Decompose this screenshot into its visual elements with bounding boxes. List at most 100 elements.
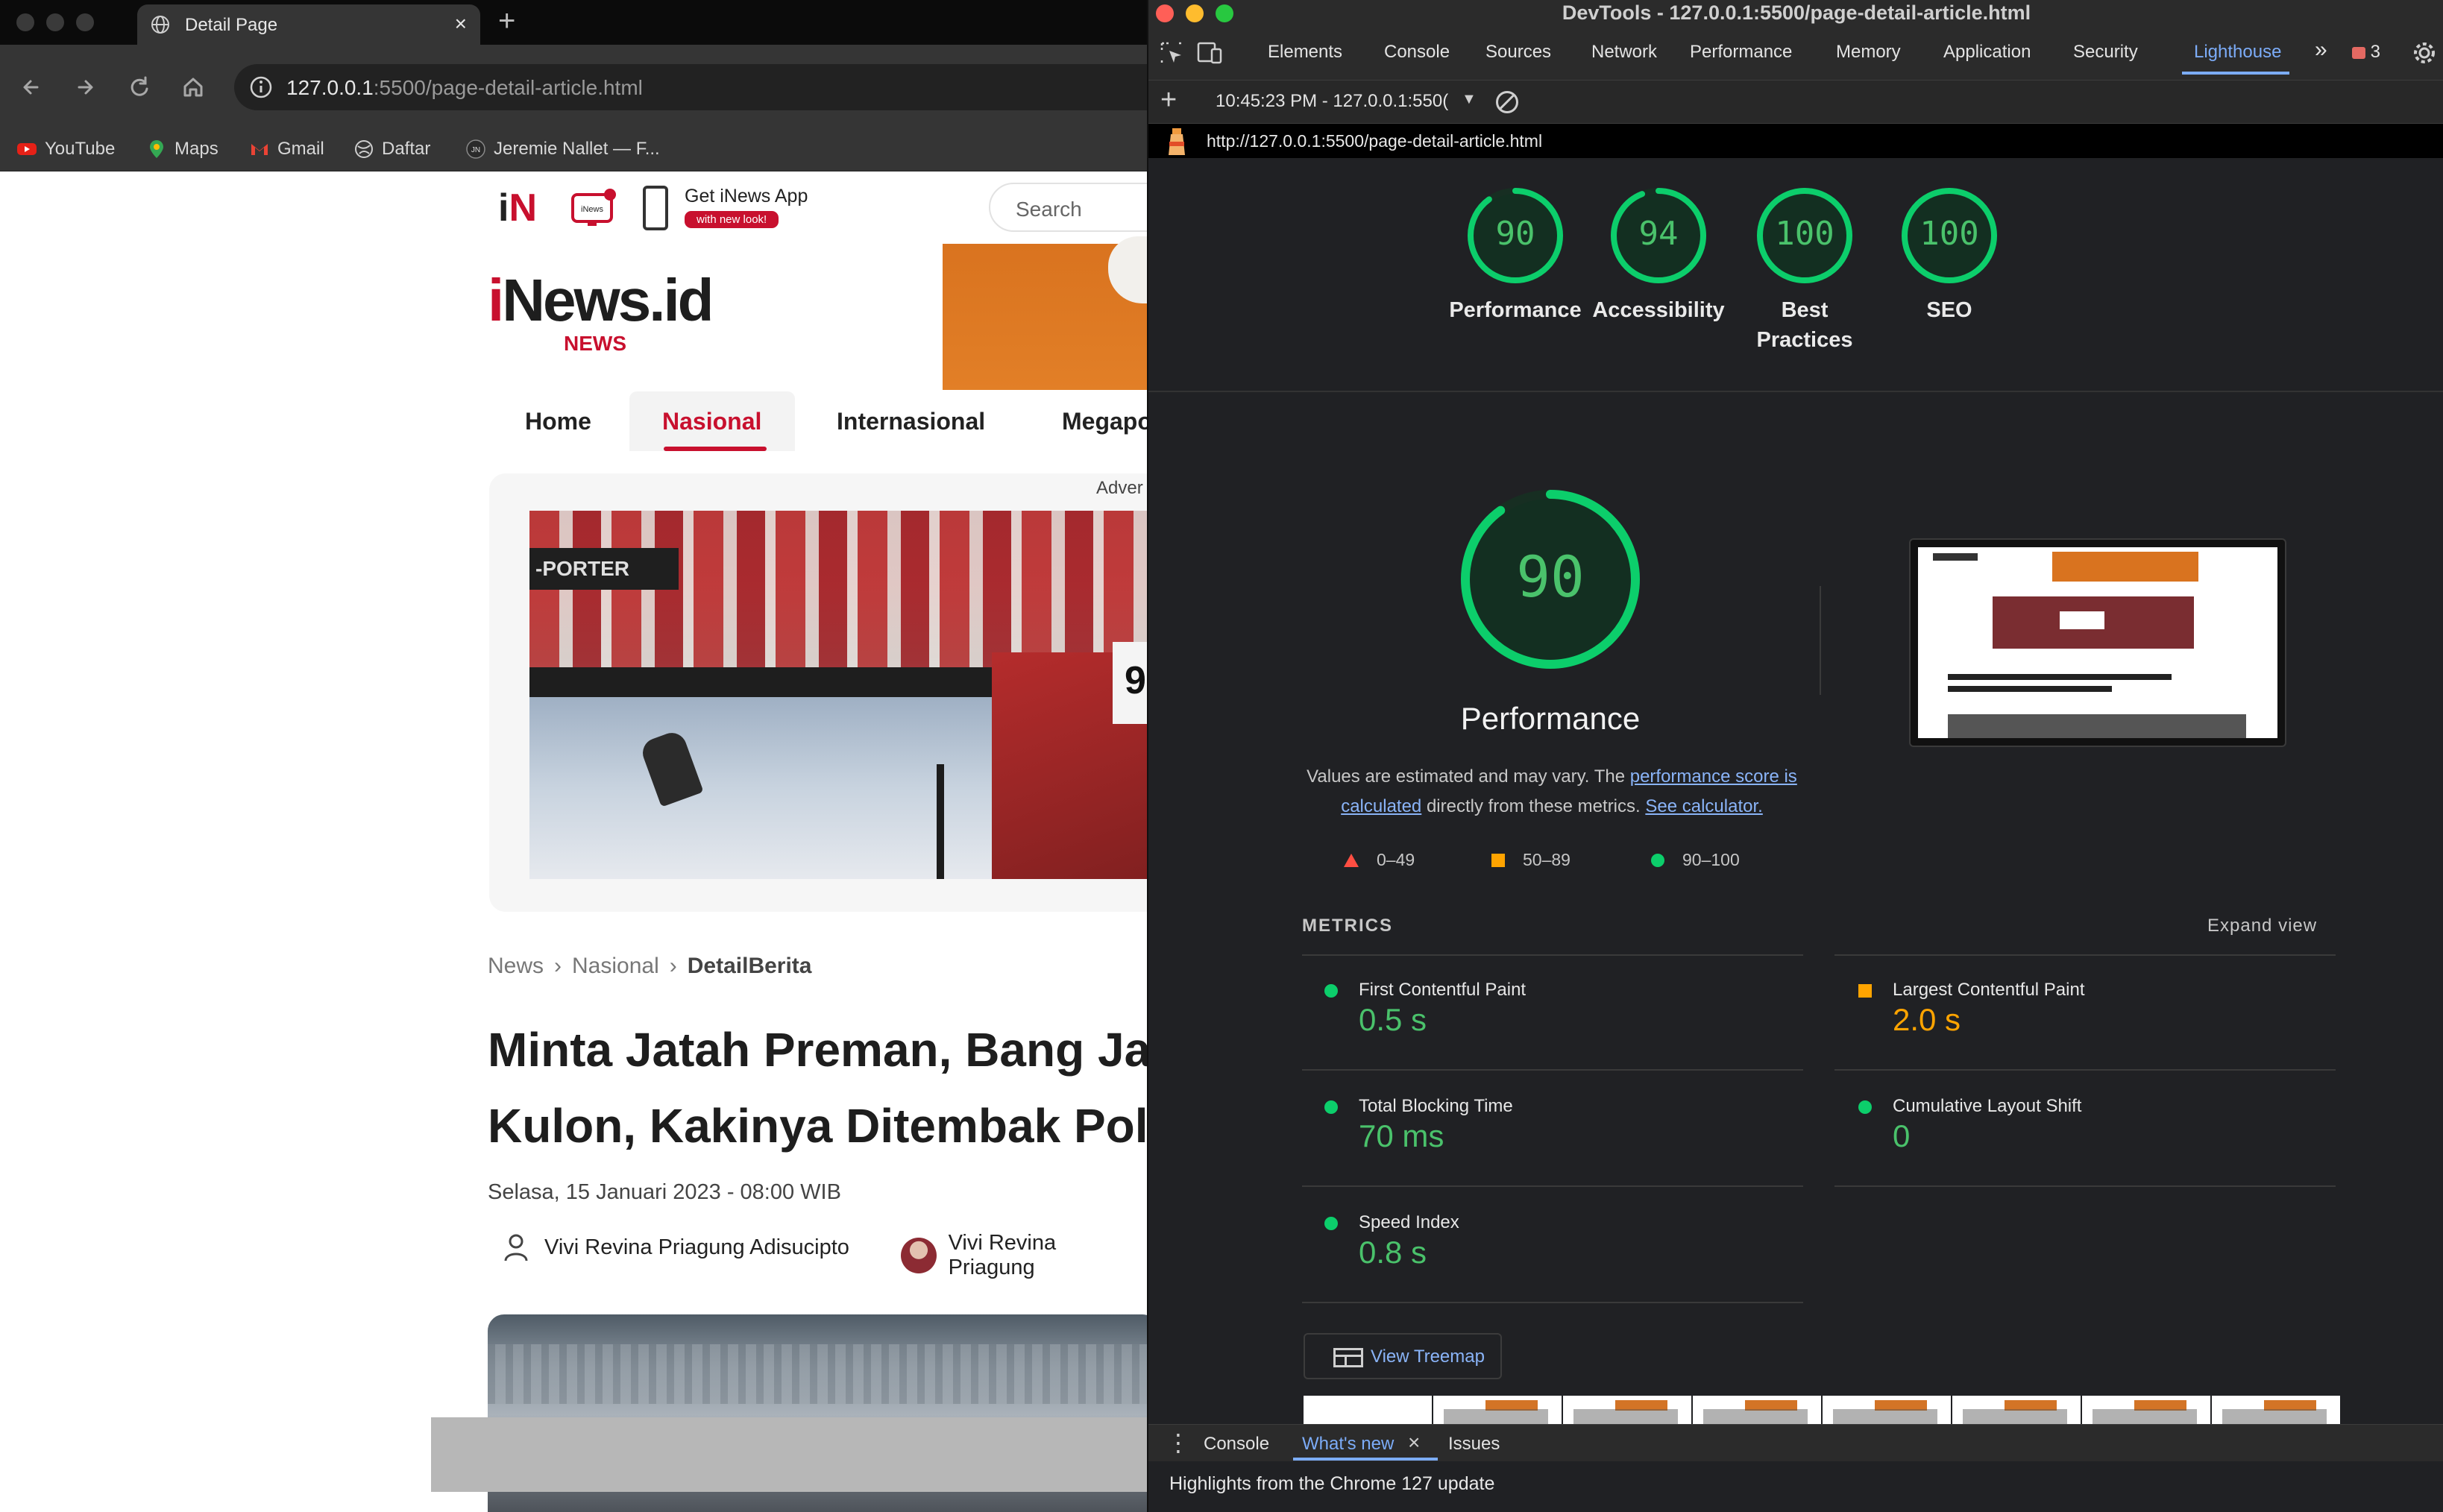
view-treemap-button[interactable]: View Treemap (1304, 1333, 1502, 1379)
bookmark-jeremie-nallet[interactable]: JN Jeremie Nallet — F... (465, 139, 660, 160)
tab-security[interactable]: Security (2073, 42, 2138, 63)
forward-arrow-icon[interactable] (69, 70, 103, 104)
tab-strip: Detail Page × + (0, 0, 1147, 45)
address-url: 127.0.0.1:5500/page-detail-article.html (286, 76, 643, 100)
breadcrumb-separator: › (554, 954, 562, 978)
author-name: Vivi Revina Priagung (948, 1231, 1057, 1279)
person-icon (504, 1234, 528, 1261)
tab-sources[interactable]: Sources (1485, 42, 1551, 63)
back-arrow-icon[interactable] (15, 70, 49, 104)
clear-reports-icon[interactable] (1496, 91, 1518, 113)
reload-icon[interactable] (122, 70, 157, 104)
nav-item-internasional[interactable]: Internasional (837, 408, 985, 435)
nav-item-nasional[interactable]: Nasional (662, 408, 761, 435)
drawer-tab-whats-new[interactable]: What's new (1302, 1434, 1394, 1455)
tab-elements[interactable]: Elements (1268, 42, 1342, 63)
header-ad-banner[interactable] (943, 236, 1147, 390)
settings-gear-icon[interactable] (2412, 40, 2437, 66)
breadcrumb-news[interactable]: News (488, 954, 544, 979)
globe-icon (355, 140, 373, 158)
tab-application[interactable]: Application (1943, 42, 2031, 63)
gauge-seo[interactable]: 100 SEO (1882, 186, 2016, 325)
tab-console[interactable]: Console (1384, 42, 1450, 63)
final-screenshot-thumbnail[interactable] (1909, 538, 2286, 747)
metric-divider (1834, 954, 2336, 956)
window-minimize-light[interactable] (46, 13, 64, 31)
metric-name: Largest Contentful Paint (1893, 980, 2085, 1000)
site-small-logo[interactable]: iN (498, 186, 537, 230)
tab-memory[interactable]: Memory (1836, 42, 1901, 63)
metric-name: Cumulative Layout Shift (1893, 1096, 2082, 1116)
window-close-light[interactable] (16, 13, 34, 31)
devtools-close-light[interactable] (1156, 4, 1174, 22)
home-icon[interactable] (176, 70, 210, 104)
metric-divider (1302, 954, 1803, 956)
chevron-down-icon[interactable]: ▼ (1462, 91, 1477, 108)
new-report-button[interactable]: + (1160, 85, 1177, 115)
tab-lighthouse[interactable]: Lighthouse (2194, 42, 2281, 63)
more-tabs-icon[interactable]: » (2315, 37, 2327, 63)
tab-close-icon[interactable]: × (455, 12, 467, 36)
breadcrumb: News › Nasional › DetailBerita (488, 954, 811, 979)
drawer-tab-issues[interactable]: Issues (1448, 1434, 1500, 1455)
bookmark-label: Daftar (382, 139, 431, 159)
legend-poor: 0–49 (1344, 850, 1415, 870)
close-icon[interactable]: × (1408, 1431, 1420, 1455)
author-2[interactable]: Vivi Revina Priagung (901, 1231, 1147, 1280)
bookmark-maps[interactable]: Maps (146, 139, 218, 160)
performance-big-gauge[interactable]: 90 (1459, 488, 1642, 671)
address-bar[interactable]: 127.0.0.1:5500/page-detail-article.html (234, 64, 1147, 110)
tab-network[interactable]: Network (1591, 42, 1657, 63)
devtools-zoom-light[interactable] (1216, 4, 1233, 22)
nav-item-megapolitan[interactable]: Megapo (1062, 408, 1147, 435)
thumb-headline (1948, 686, 2112, 692)
web-page-viewport: iN iNews Get iNews App with new look! Se… (0, 172, 1147, 1512)
brand-i: i (488, 267, 504, 333)
bookmark-daftar[interactable]: Daftar (353, 139, 430, 160)
window-zoom-light[interactable] (76, 13, 94, 31)
drawer-tab-console[interactable]: Console (1204, 1434, 1269, 1455)
error-icon (2352, 46, 2365, 59)
report-url[interactable]: http://127.0.0.1:5500/page-detail-articl… (1207, 131, 1542, 151)
browser-tab-detail-page[interactable]: Detail Page × (137, 4, 480, 45)
note-text: Values are estimated and may vary. The (1307, 766, 1630, 787)
advertisement-image[interactable]: -PORTER 9 (529, 511, 1147, 879)
good-circle-icon (1324, 1100, 1338, 1114)
good-circle-icon (1324, 984, 1338, 998)
site-brand-logo[interactable]: iNews.id (488, 266, 714, 335)
headline-line-1: Minta Jatah Preman, Bang Ja (488, 1023, 1147, 1077)
devtools-panel-tabs: Elements Console Sources Network Perform… (1148, 27, 2443, 81)
good-circle-icon (1858, 1100, 1872, 1114)
issues-counter[interactable]: 3 (2352, 42, 2380, 63)
get-app-text[interactable]: Get iNews App (685, 186, 808, 207)
inspect-element-icon[interactable] (1159, 40, 1184, 66)
metric-divider (1834, 1069, 2336, 1071)
metric-divider (1302, 1069, 1803, 1071)
url-path: :5500/page-detail-article.html (373, 76, 643, 99)
gauge-accessibility[interactable]: 94 Accessibility (1591, 186, 1726, 325)
bookmark-gmail[interactable]: Gmail (249, 139, 324, 160)
gauge-best-practices[interactable]: 100 Best Practices (1738, 186, 1872, 355)
devtools-drawer-tabs: ⋮ Console What's new × Issues (1148, 1424, 2443, 1461)
new-tab-button[interactable]: + (498, 4, 515, 37)
report-session-select[interactable]: 10:45:23 PM - 127.0.0.1:550( (1216, 91, 1448, 112)
tab-performance[interactable]: Performance (1690, 42, 1792, 63)
tv-icon-label: iNews (581, 205, 603, 214)
expand-view-toggle[interactable]: Expand view (2207, 916, 2317, 936)
site-search-input[interactable]: Search (989, 183, 1147, 232)
device-toolbar-icon[interactable] (1196, 40, 1223, 66)
see-calculator-link[interactable]: See calculator. (1645, 796, 1762, 816)
advertisement-box: Adver -PORTER 9 (489, 473, 1147, 912)
devtools-minimize-light[interactable] (1186, 4, 1204, 22)
site-info-icon[interactable] (248, 74, 274, 101)
author-1[interactable]: Vivi Revina Priagung Adisucipto (500, 1231, 849, 1264)
inews-tv-icon[interactable]: iNews (570, 187, 617, 230)
article-headline: Minta Jatah Preman, Bang Ja Kulon, Kakin… (488, 1012, 1147, 1164)
legend-label: 0–49 (1377, 850, 1415, 869)
bookmark-youtube[interactable]: YouTube (16, 139, 115, 160)
metric-name: First Contentful Paint (1359, 980, 1527, 1000)
drawer-menu-icon[interactable]: ⋮ (1166, 1429, 1190, 1456)
nav-item-home[interactable]: Home (525, 408, 591, 435)
breadcrumb-nasional[interactable]: Nasional (572, 954, 659, 979)
gauge-performance[interactable]: 90 Performance (1448, 186, 1582, 325)
